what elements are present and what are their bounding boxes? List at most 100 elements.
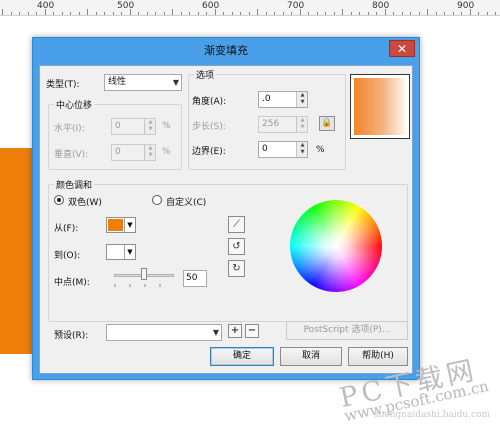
ruler-tick [172, 9, 173, 15]
vertical-input[interactable]: 0 ▲ ▼ [111, 144, 156, 161]
ruler-tick [427, 9, 428, 15]
ruler-label: 800 [372, 1, 390, 11]
ruler-tick [274, 12, 275, 15]
ok-button[interactable]: 确定 [210, 347, 274, 366]
ruler-tick [231, 12, 233, 15]
color-blend-title: 颜色调和 [54, 178, 95, 191]
ruler-tick [401, 12, 403, 15]
ruler-tick [155, 12, 156, 15]
remove-preset-icon[interactable]: − [245, 324, 259, 338]
angle-spinner[interactable]: ▲ ▼ [296, 92, 307, 107]
ruler-tick [410, 12, 411, 15]
midpoint-slider-ticks [114, 284, 161, 287]
ruler-tick [2, 9, 3, 15]
midpoint-slider-thumb[interactable] [141, 268, 147, 280]
ruler-tick [248, 12, 250, 15]
ruler-tick [316, 12, 318, 15]
close-button[interactable]: ✕ [389, 40, 415, 57]
ruler-label: 600 [202, 1, 220, 11]
ruler-tick [308, 12, 309, 15]
ruler-tick [257, 9, 258, 15]
ruler-tick [333, 12, 335, 15]
ruler-tick [78, 12, 80, 15]
gradient-preview[interactable] [350, 74, 410, 139]
midpoint-label: 中点(M): [54, 278, 90, 288]
ruler-tick [265, 12, 267, 15]
ruler-tick [461, 12, 462, 15]
add-preset-icon[interactable]: + [228, 324, 242, 338]
lock-icon[interactable]: 🔒 [319, 116, 335, 131]
ruler-tick [393, 12, 394, 15]
ruler-tick [19, 12, 20, 15]
horizontal-label: 水平(I): [54, 124, 85, 134]
to-color-picker[interactable]: ▼ [106, 244, 136, 260]
vertical-unit: % [162, 147, 171, 157]
ruler-tick [299, 9, 301, 15]
ruler-tick [223, 12, 224, 15]
ruler-tick [240, 12, 241, 15]
from-color-picker[interactable]: ▼ [106, 217, 136, 233]
ruler-label: 500 [117, 1, 135, 11]
chevron-down-icon: ▼ [172, 78, 179, 87]
ruler-tick [478, 12, 479, 15]
cancel-button[interactable]: 取消 [280, 347, 342, 366]
preset-label: 预设(R): [54, 331, 89, 341]
to-color-swatch [108, 246, 123, 258]
ruler-tick [44, 9, 46, 15]
ruler-tick [163, 12, 165, 15]
ruler-tick [121, 12, 122, 15]
ruler-label: 900 [457, 1, 475, 11]
preset-select[interactable]: ▼ [106, 324, 222, 341]
steps-spinner[interactable]: ▲ ▼ [296, 117, 307, 132]
ruler-tick [291, 12, 292, 15]
edge-spinner[interactable]: ▲ ▼ [296, 142, 307, 157]
custom-radio[interactable] [152, 195, 162, 205]
color-wheel[interactable] [290, 200, 382, 292]
watermark-small: shengnaidashi.baidu.com [373, 410, 490, 420]
ruler-tick [61, 12, 63, 15]
horizontal-unit: % [162, 121, 171, 131]
vertical-label: 垂直(V): [54, 150, 89, 160]
ruler-tick [444, 12, 445, 15]
edge-unit: % [316, 145, 325, 155]
steps-input[interactable]: 256 ▲ ▼ [258, 116, 308, 133]
type-select[interactable]: 线性 ▼ [104, 74, 182, 91]
two-color-label: 双色(W) [68, 198, 102, 208]
to-label: 到(O): [54, 251, 81, 261]
ruler-tick [495, 12, 496, 15]
direct-blend-icon[interactable]: ⟋ [228, 216, 245, 233]
ruler-tick [282, 12, 284, 15]
edge-input[interactable]: 0 ▲ ▼ [258, 141, 308, 158]
type-select-value: 线性 [108, 77, 127, 87]
horizontal-input[interactable]: 0 ▲ ▼ [111, 118, 156, 135]
vertical-spinner[interactable]: ▲ ▼ [144, 145, 155, 160]
ruler-label: 400 [37, 1, 55, 11]
clockwise-blend-icon[interactable]: ↻ [228, 260, 245, 277]
counterclockwise-blend-icon[interactable]: ↺ [228, 238, 245, 255]
horizontal-value: 0 [115, 121, 121, 131]
angle-value: .0 [262, 94, 271, 104]
edge-value: 0 [262, 144, 268, 154]
ruler-label: 700 [287, 1, 305, 11]
ruler-tick [197, 12, 199, 15]
angle-input[interactable]: .0 ▲ ▼ [258, 91, 308, 108]
steps-value: 256 [262, 119, 280, 129]
ruler-tick [36, 12, 37, 15]
horizontal-spinner[interactable]: ▲ ▼ [144, 119, 155, 134]
ruler-tick [367, 12, 369, 15]
type-label: 类型(T): [46, 80, 80, 90]
ruler-tick [469, 9, 471, 15]
ruler-tick [206, 12, 207, 15]
midpoint-value: 50 [186, 273, 198, 283]
ruler-tick [10, 12, 12, 15]
two-color-radio[interactable] [54, 195, 64, 205]
ruler-tick [27, 12, 29, 15]
chevron-down-icon: ▼ [212, 328, 219, 337]
ruler-tick [214, 9, 216, 15]
gradient-preview-swatch [354, 78, 406, 135]
from-color-swatch [108, 219, 123, 231]
ruler-tick [146, 12, 148, 15]
postscript-options-button[interactable]: PostScript 选项(P)... [286, 321, 408, 340]
midpoint-input[interactable]: 50 [183, 270, 207, 287]
vertical-value: 0 [115, 147, 121, 157]
